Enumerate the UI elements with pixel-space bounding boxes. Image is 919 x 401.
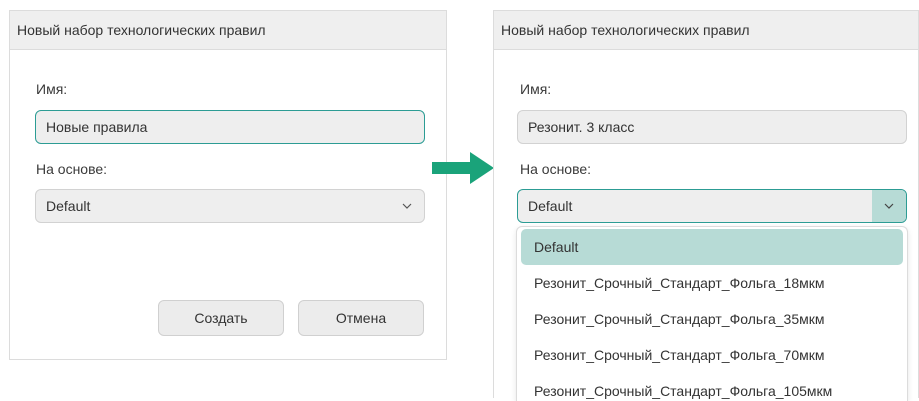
base-select-value: Default bbox=[46, 198, 91, 214]
base-select-value: Default bbox=[528, 198, 573, 214]
name-label: Имя: bbox=[520, 81, 552, 97]
new-ruleset-dialog-open-select: Новый набор технологических правил Имя: … bbox=[493, 10, 919, 401]
name-label: Имя: bbox=[36, 81, 68, 97]
create-button[interactable]: Создать bbox=[158, 300, 284, 336]
name-input[interactable]: Резонит. 3 класс bbox=[517, 110, 907, 144]
base-label: На основе: bbox=[36, 161, 108, 177]
dropdown-option[interactable]: Default bbox=[521, 229, 903, 265]
base-label: На основе: bbox=[520, 161, 592, 177]
chevron-down-icon[interactable] bbox=[872, 190, 906, 222]
new-ruleset-dialog: Новый набор технологических правил Имя: … bbox=[9, 10, 447, 360]
dropdown-option[interactable]: Резонит_Срочный_Стандарт_Фольга_70мкм bbox=[521, 337, 903, 373]
dialog-title: Новый набор технологических правил bbox=[10, 11, 446, 50]
cancel-button[interactable]: Отмена bbox=[298, 300, 424, 336]
dialog-title: Новый набор технологических правил bbox=[494, 11, 918, 50]
dropdown-option[interactable]: Резонит_Срочный_Стандарт_Фольга_35мкм bbox=[521, 301, 903, 337]
arrow-right-icon bbox=[432, 150, 502, 191]
chevron-down-icon bbox=[390, 190, 424, 222]
base-select[interactable]: Default bbox=[517, 189, 907, 223]
dropdown-option[interactable]: Резонит_Срочный_Стандарт_Фольга_18мкм bbox=[521, 265, 903, 301]
base-select[interactable]: Default bbox=[35, 189, 425, 223]
dropdown-option[interactable]: Резонит_Срочный_Стандарт_Фольга_105мкм bbox=[521, 373, 903, 401]
name-input[interactable]: Новые правила bbox=[35, 110, 425, 144]
base-select-dropdown: Default Резонит_Срочный_Стандарт_Фольга_… bbox=[516, 226, 908, 401]
